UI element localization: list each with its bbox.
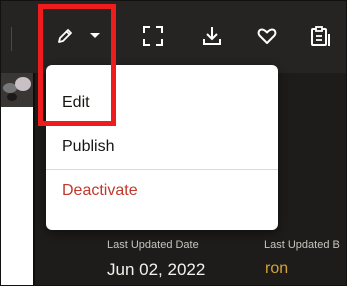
last-updated-by-link[interactable]: ron: [265, 260, 288, 278]
menu-item-edit[interactable]: Edit: [46, 83, 278, 123]
menu-divider: [46, 169, 278, 170]
favorite-button[interactable]: [255, 23, 279, 49]
edit-menu-toggle[interactable]: [83, 23, 107, 49]
toolbar: [1, 1, 346, 73]
menu-item-publish[interactable]: Publish: [46, 127, 278, 167]
edit-pencil-icon: [58, 29, 72, 43]
menu-item-deactivate[interactable]: Deactivate: [46, 171, 278, 211]
panel-divider: [33, 73, 35, 285]
side-panel: [1, 73, 33, 285]
edit-button[interactable]: [53, 23, 77, 49]
clipboard-icon: [311, 26, 330, 46]
last-updated-date-value: Jun 02, 2022: [107, 260, 206, 279]
heart-icon: [257, 28, 277, 44]
chevron-down-icon: [90, 33, 100, 38]
fullscreen-button[interactable]: [141, 23, 165, 49]
thumbnail-preview: [1, 73, 33, 107]
last-updated-date-label: Last Updated Date: [107, 239, 199, 251]
download-button[interactable]: [200, 23, 224, 49]
last-updated-by-label: Last Updated B: [264, 239, 340, 251]
download-icon: [203, 27, 221, 45]
fullscreen-icon: [143, 26, 163, 46]
app-window: Edit Publish Deactivate Last Updated Dat…: [0, 0, 347, 286]
clipboard-button[interactable]: [308, 23, 332, 49]
toolbar-divider: [11, 27, 12, 51]
edit-dropdown-menu: Edit Publish Deactivate: [46, 65, 278, 230]
